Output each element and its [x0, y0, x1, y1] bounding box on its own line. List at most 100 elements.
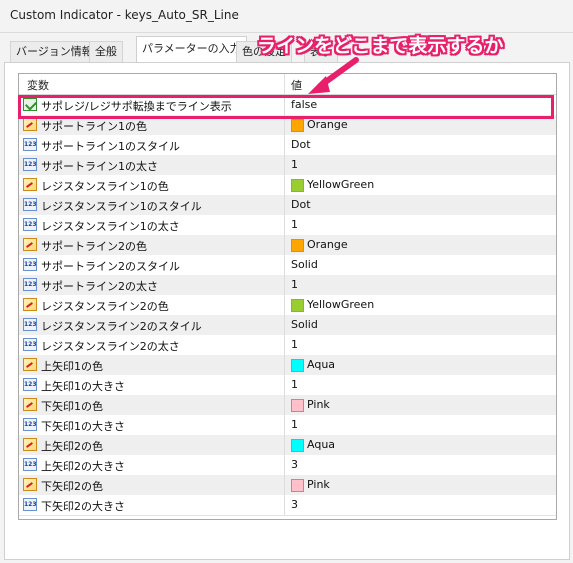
column-separator: [284, 315, 285, 335]
param-value[interactable]: Aqua: [307, 438, 335, 451]
number-icon: 123: [23, 338, 37, 351]
number-icon: 123: [23, 378, 37, 391]
table-row[interactable]: レジスタンスライン2の色 YellowGreen: [19, 295, 556, 316]
color-icon: [23, 398, 37, 411]
column-separator: [284, 355, 285, 375]
table-row[interactable]: 上矢印1の色 Aqua: [19, 355, 556, 376]
table-row[interactable]: 123 サポートライン2のスタイル Solid: [19, 255, 556, 276]
table-row[interactable]: 123 下矢印1の大きさ 1: [19, 415, 556, 436]
table-row[interactable]: 123 レジスタンスライン1の太さ 1: [19, 215, 556, 236]
color-swatch[interactable]: [291, 479, 304, 492]
param-name: 下矢印1の色: [41, 400, 103, 413]
number-icon: 123: [23, 158, 37, 171]
header-separator[interactable]: [284, 74, 285, 94]
param-name: 下矢印1の大きさ: [41, 420, 125, 433]
column-separator: [284, 195, 285, 215]
header-variable[interactable]: 変数: [27, 77, 49, 93]
param-name: レジスタンスライン1の太さ: [41, 220, 180, 233]
parameter-grid: 変数 値 サポレジ/レジサポ転換までライン表示 false サポートライン1の色 Or…: [18, 73, 557, 520]
color-icon: [23, 238, 37, 251]
param-value[interactable]: Orange: [307, 118, 348, 131]
param-value[interactable]: Pink: [307, 478, 330, 491]
param-name: サポートライン2の色: [41, 240, 147, 253]
tab-input-parameters[interactable]: パラメーターの入力: [136, 36, 247, 64]
table-row[interactable]: 123 レジスタンスライン2のスタイル Solid: [19, 315, 556, 336]
color-swatch[interactable]: [291, 299, 304, 312]
param-value[interactable]: Solid: [291, 318, 318, 331]
param-value[interactable]: Solid: [291, 258, 318, 271]
param-value[interactable]: 1: [291, 278, 298, 291]
column-separator: [284, 235, 285, 255]
grid-header: 変数 値: [19, 74, 556, 95]
column-separator: [284, 155, 285, 175]
param-value[interactable]: 3: [291, 458, 298, 471]
param-name: サポートライン1のスタイル: [41, 140, 180, 153]
param-value[interactable]: 1: [291, 158, 298, 171]
column-separator: [284, 275, 285, 295]
param-name: サポートライン2のスタイル: [41, 260, 180, 273]
column-separator: [284, 395, 285, 415]
param-name: レジスタンスライン2の色: [41, 300, 169, 313]
column-separator: [284, 175, 285, 195]
table-row[interactable]: 123 レジスタンスライン2の太さ 1: [19, 335, 556, 356]
color-icon: [23, 358, 37, 371]
table-row[interactable]: 123 上矢印2の大きさ 3: [19, 455, 556, 476]
table-row[interactable]: 123 サポートライン1の太さ 1: [19, 155, 556, 176]
param-value[interactable]: 3: [291, 498, 298, 511]
number-icon: 123: [23, 418, 37, 431]
param-value[interactable]: 1: [291, 338, 298, 351]
tab-version-info[interactable]: バージョン情報: [10, 41, 99, 62]
number-icon: 123: [23, 458, 37, 471]
param-name: サポートライン1の色: [41, 120, 147, 133]
param-value[interactable]: YellowGreen: [307, 298, 374, 311]
param-value[interactable]: Dot: [291, 138, 311, 151]
param-value[interactable]: Pink: [307, 398, 330, 411]
table-row[interactable]: 下矢印1の色 Pink: [19, 395, 556, 416]
column-separator: [284, 295, 285, 315]
color-icon: [23, 118, 37, 131]
color-swatch[interactable]: [291, 399, 304, 412]
number-icon: 123: [23, 138, 37, 151]
table-row[interactable]: レジスタンスライン1の色 YellowGreen: [19, 175, 556, 196]
highlight-frame: [18, 95, 554, 119]
param-value[interactable]: Dot: [291, 198, 311, 211]
color-swatch[interactable]: [291, 179, 304, 192]
param-value[interactable]: YellowGreen: [307, 178, 374, 191]
param-name: レジスタンスライン2のスタイル: [41, 320, 202, 333]
table-row[interactable]: 下矢印2の色 Pink: [19, 475, 556, 496]
table-row[interactable]: サポートライン2の色 Orange: [19, 235, 556, 256]
color-icon: [23, 478, 37, 491]
color-icon: [23, 298, 37, 311]
title-bar: Custom Indicator - keys_Auto_SR_Line: [0, 0, 573, 33]
column-separator: [284, 135, 285, 155]
param-value[interactable]: Aqua: [307, 358, 335, 371]
color-swatch[interactable]: [291, 239, 304, 252]
callout-arrow-icon: [308, 57, 359, 94]
color-swatch[interactable]: [291, 359, 304, 372]
param-value[interactable]: 1: [291, 218, 298, 231]
param-name: レジスタンスライン2の太さ: [41, 340, 180, 353]
number-icon: 123: [23, 218, 37, 231]
table-row[interactable]: 123 上矢印1の大きさ 1: [19, 375, 556, 396]
tab-general[interactable]: 全般: [89, 41, 123, 62]
number-icon: 123: [23, 198, 37, 211]
param-name: サポートライン2の太さ: [41, 280, 158, 293]
table-row[interactable]: 上矢印2の色 Aqua: [19, 435, 556, 456]
param-name: レジスタンスライン1の色: [41, 180, 169, 193]
param-value[interactable]: Orange: [307, 238, 348, 251]
column-separator: [284, 215, 285, 235]
param-name: サポートライン1の太さ: [41, 160, 158, 173]
table-row[interactable]: 123 レジスタンスライン1のスタイル Dot: [19, 195, 556, 216]
table-row[interactable]: 123 サポートライン1のスタイル Dot: [19, 135, 556, 156]
annotation-callout: ラインをどこまで表示するか: [257, 35, 504, 57]
param-value[interactable]: 1: [291, 418, 298, 431]
color-swatch[interactable]: [291, 439, 304, 452]
param-name: 上矢印2の色: [41, 440, 103, 453]
table-row[interactable]: 123 下矢印2の大きさ 3: [19, 495, 556, 516]
column-separator: [284, 375, 285, 395]
color-swatch[interactable]: [291, 119, 304, 132]
number-icon: 123: [23, 278, 37, 291]
param-name: 上矢印1の色: [41, 360, 103, 373]
param-value[interactable]: 1: [291, 378, 298, 391]
table-row[interactable]: 123 サポートライン2の太さ 1: [19, 275, 556, 296]
